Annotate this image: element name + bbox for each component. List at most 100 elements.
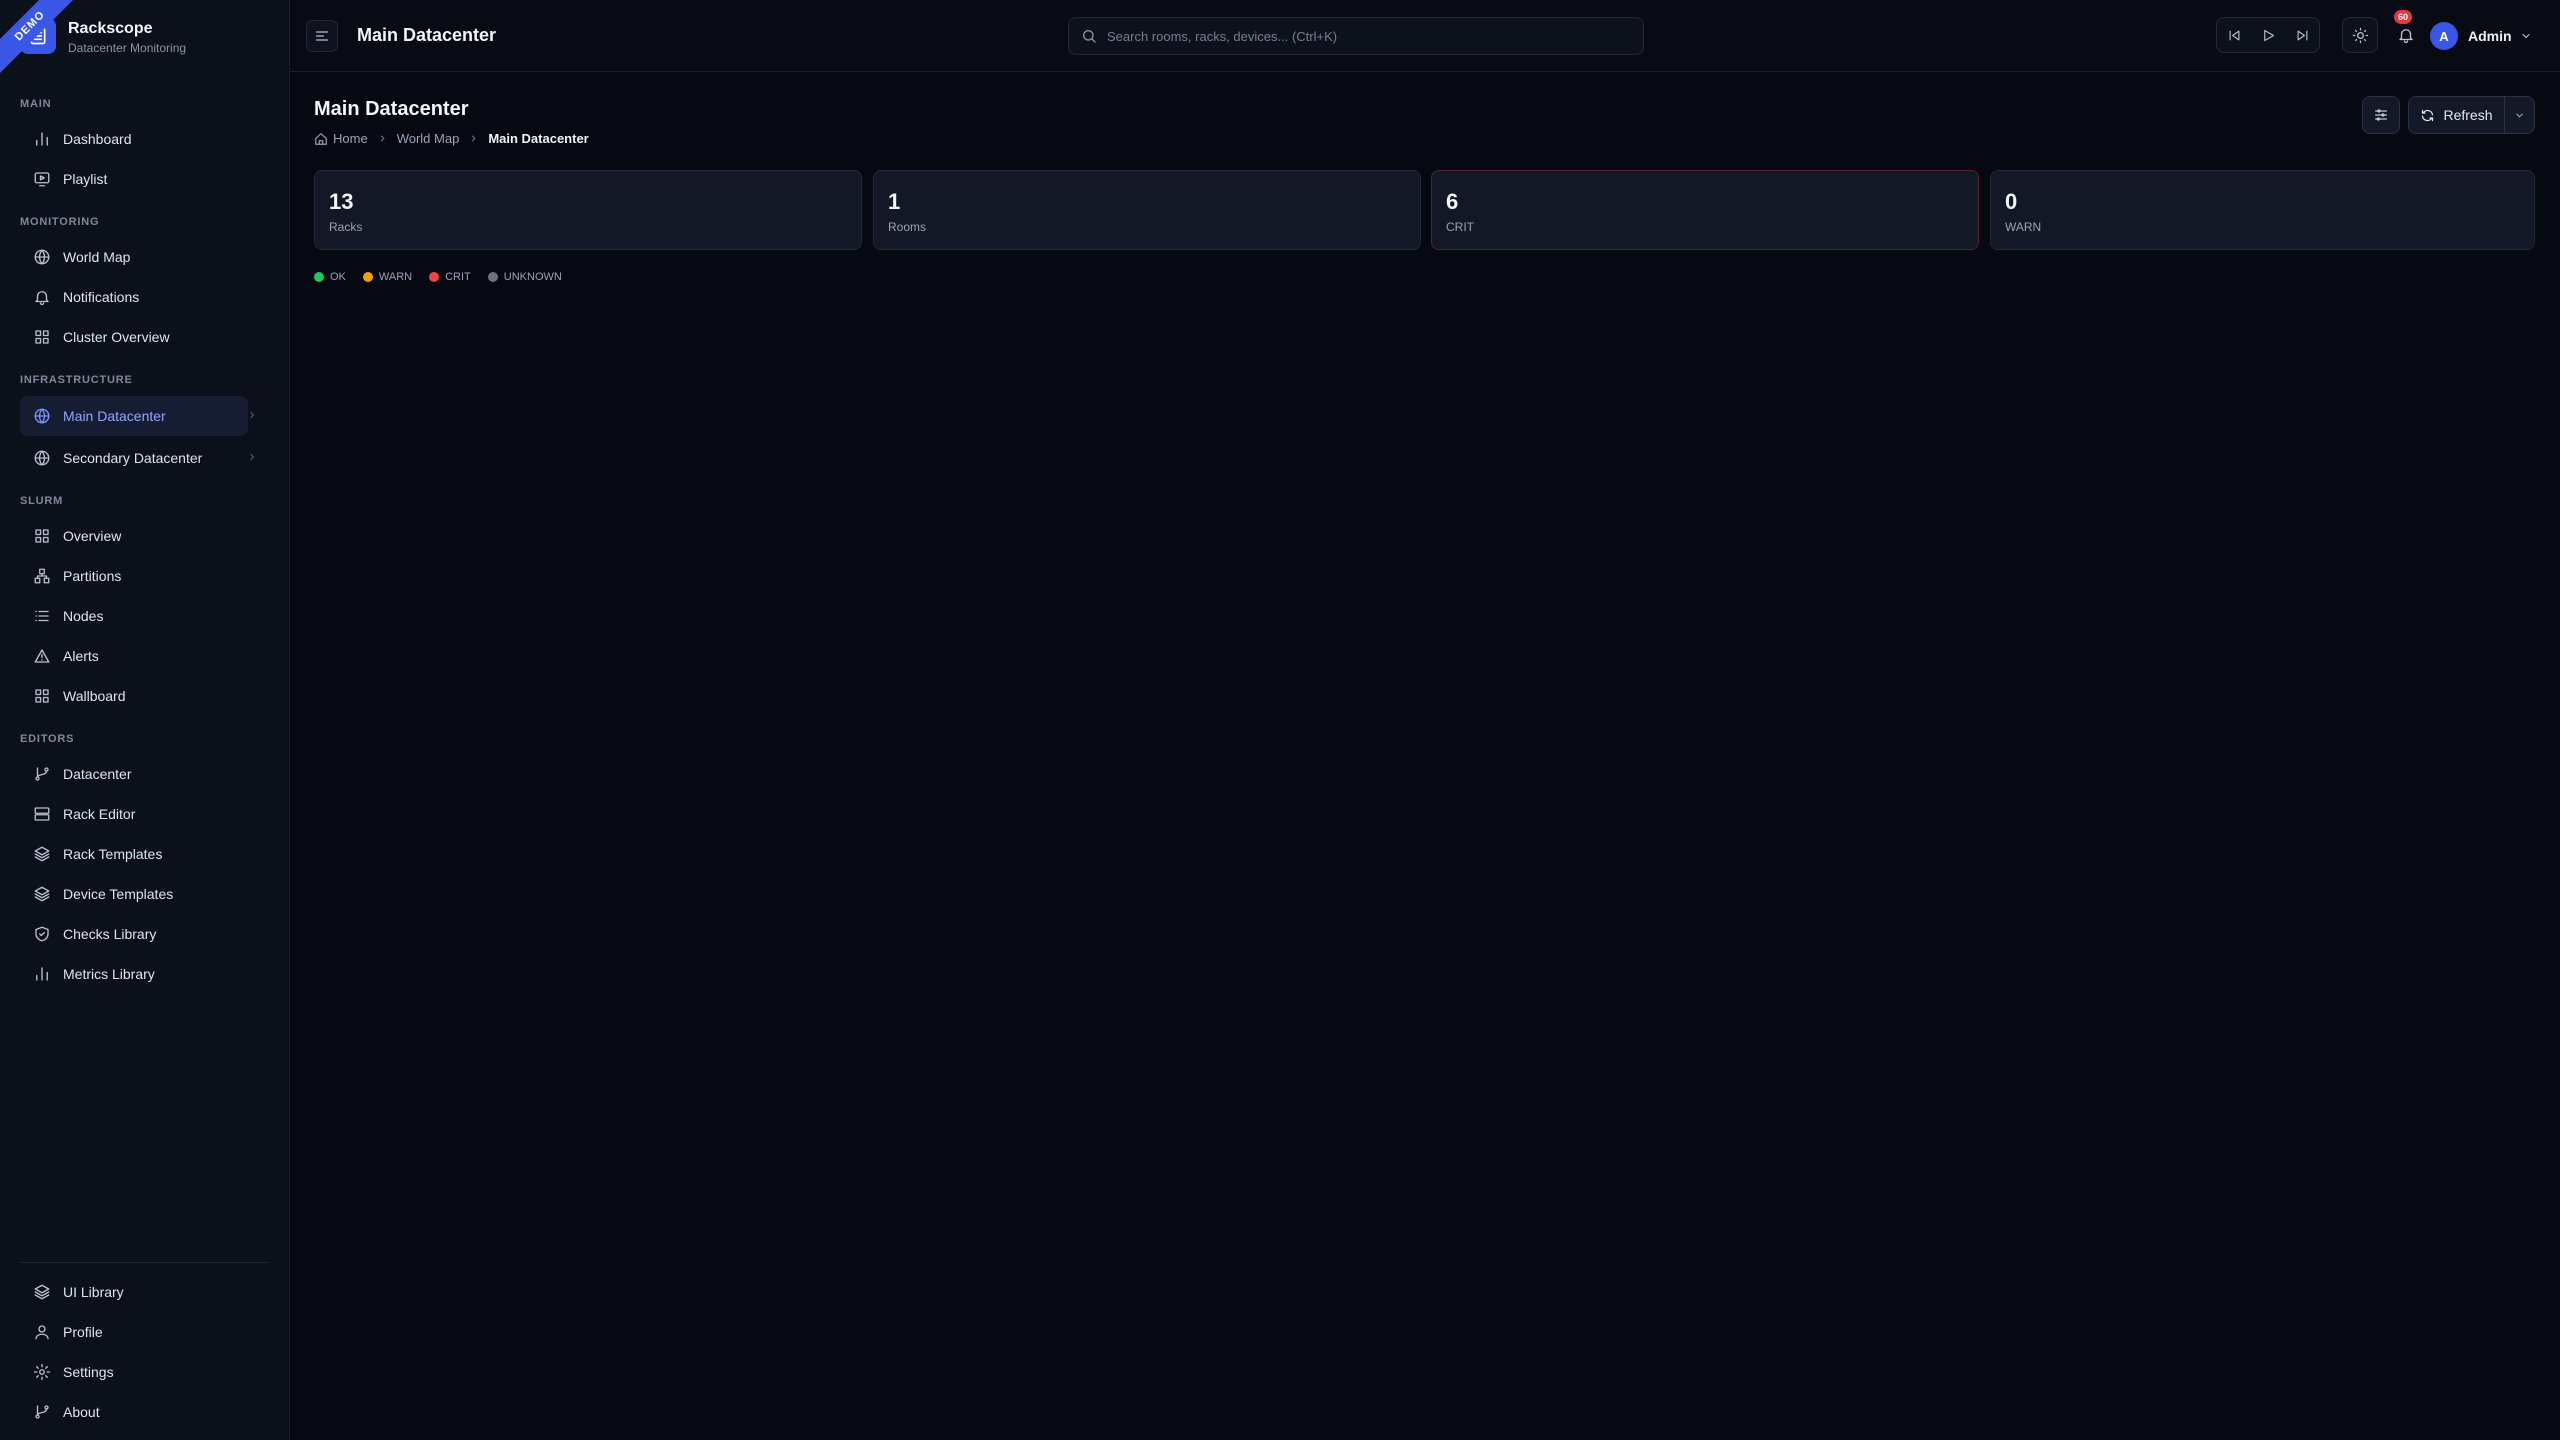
- section-main: MAIN: [20, 98, 52, 110]
- stat-label: CRIT: [1446, 220, 1474, 234]
- brand-name: Rackscope: [68, 20, 153, 37]
- warning-triangle-icon: [32, 646, 52, 666]
- stat-card-warn[interactable]: 0 WARN: [1990, 170, 2535, 250]
- legend-label: WARN: [378, 271, 413, 283]
- chevron-right-icon[interactable]: [246, 450, 262, 466]
- breadcrumb-home[interactable]: Home: [333, 131, 368, 146]
- sliders-icon: [2375, 109, 2387, 121]
- legend-item-warn: WARN: [362, 271, 413, 283]
- stat-card-rooms[interactable]: 1 Rooms: [873, 170, 1421, 250]
- legend-dot: [487, 272, 498, 282]
- stat-value: 0: [2005, 189, 2018, 214]
- network-icon: [32, 566, 52, 586]
- list-icon: [32, 606, 52, 626]
- chevron-down-icon: [2516, 113, 2523, 118]
- sidebar-item-metrics-library[interactable]: Metrics Library: [20, 954, 248, 994]
- stat-card-racks[interactable]: 13 Racks: [314, 170, 862, 250]
- menu-icon: [316, 31, 328, 41]
- gear-icon: [32, 1362, 52, 1382]
- stat-card-crit[interactable]: 6 CRIT: [1431, 170, 1979, 250]
- sidebar-item-notifications[interactable]: Notifications: [20, 277, 248, 317]
- sidebar-item-label: Datacenter: [63, 766, 132, 782]
- user-name: Admin: [2468, 28, 2512, 44]
- sidebar-item-label: Cluster Overview: [63, 329, 170, 345]
- stat-label: WARN: [2005, 220, 2042, 234]
- layers-icon: [32, 884, 52, 904]
- layers-icon: [32, 1282, 52, 1302]
- layers-icon: [32, 844, 52, 864]
- grid-icon: [32, 526, 52, 546]
- sidebar-item-about[interactable]: About: [20, 1392, 248, 1432]
- legend-label: OK: [330, 271, 346, 283]
- user-icon: [32, 1322, 52, 1342]
- demo-ribbon: DEMO: [0, 0, 80, 80]
- sidebar-item-secondary-datacenter[interactable]: Secondary Datacenter: [20, 438, 255, 478]
- refresh-interval-dropdown[interactable]: [2504, 96, 2535, 134]
- section-monitoring: MONITORING: [20, 216, 100, 228]
- sidebar-item-dashboard[interactable]: Dashboard: [20, 119, 248, 159]
- refresh-button[interactable]: Refresh: [2408, 96, 2504, 134]
- sidebar-item-overview[interactable]: Overview: [20, 516, 248, 556]
- sidebar-item-cluster-overview[interactable]: Cluster Overview: [20, 317, 248, 357]
- sidebar-item-alerts[interactable]: Alerts: [20, 636, 248, 676]
- bar-chart-icon: [32, 964, 52, 984]
- git-branch-icon: [32, 1402, 52, 1422]
- sidebar-item-rack-editor[interactable]: Rack Editor: [20, 794, 248, 834]
- sidebar-item-nodes[interactable]: Nodes: [20, 596, 248, 636]
- notification-count-badge: 60: [2394, 10, 2412, 24]
- breadcrumb-current: Main Datacenter: [488, 131, 589, 146]
- sidebar-divider: [20, 1262, 270, 1263]
- git-branch-icon: [32, 764, 52, 784]
- skip-back-button[interactable]: [2220, 21, 2248, 49]
- view-options-button[interactable]: [2362, 96, 2400, 134]
- sidebar-item-label: About: [63, 1404, 100, 1420]
- sidebar-item-label: Wallboard: [63, 688, 126, 704]
- play-button[interactable]: [2254, 21, 2282, 49]
- sidebar-item-main-datacenter[interactable]: Main Datacenter: [20, 396, 255, 436]
- user-menu[interactable]: A Admin: [2430, 20, 2532, 52]
- search-icon: [1083, 30, 1096, 43]
- theme-toggle-button[interactable]: [2342, 17, 2378, 53]
- sidebar-toggle-button[interactable]: [306, 20, 338, 52]
- search-input[interactable]: [1107, 28, 1607, 44]
- sidebar-item-device-templates[interactable]: Device Templates: [20, 874, 248, 914]
- sidebar-item-label: Rack Editor: [63, 806, 136, 822]
- refresh-icon: [2422, 109, 2434, 121]
- play-icon: [2263, 29, 2274, 41]
- sidebar-item-label: Main Datacenter: [63, 408, 166, 424]
- section-slurm: SLURM: [20, 495, 64, 507]
- sidebar-item-world-map[interactable]: World Map: [20, 237, 248, 277]
- sidebar-item-label: Overview: [63, 528, 122, 544]
- sidebar-item-rack-templates[interactable]: Rack Templates: [20, 834, 248, 874]
- sidebar-item-label: Secondary Datacenter: [63, 450, 203, 466]
- sidebar-item-playlist[interactable]: Playlist: [20, 159, 248, 199]
- sidebar-item-settings[interactable]: Settings: [20, 1352, 248, 1392]
- search-box[interactable]: [1068, 17, 1644, 55]
- legend-dot: [429, 272, 440, 282]
- chevron-down-icon: [2522, 33, 2530, 39]
- server-icon: [32, 804, 52, 824]
- bell-icon: [32, 287, 52, 307]
- sidebar-item-datacenter[interactable]: Datacenter: [20, 754, 248, 794]
- sidebar-item-label: Rack Templates: [63, 846, 163, 862]
- section-infrastructure: INFRASTRUCTURE: [20, 374, 133, 386]
- skip-forward-icon: [2297, 30, 2307, 40]
- stat-value: 6: [1446, 189, 1459, 214]
- sun-icon: [2352, 27, 2368, 43]
- sidebar-item-ui-library[interactable]: UI Library: [20, 1272, 248, 1312]
- sidebar-item-label: Alerts: [63, 648, 99, 664]
- chevron-right-icon[interactable]: [246, 408, 262, 424]
- skip-forward-button[interactable]: [2288, 21, 2316, 49]
- playlist-controls: [2216, 17, 2320, 53]
- sidebar-item-label: Checks Library: [63, 926, 157, 942]
- sidebar-item-profile[interactable]: Profile: [20, 1312, 248, 1352]
- legend-dot: [362, 272, 373, 282]
- bar-chart-icon: [32, 129, 52, 149]
- sidebar-item-wallboard[interactable]: Wallboard: [20, 676, 248, 716]
- brand[interactable]: DEMO Rackscope Datacenter Monitoring: [0, 0, 290, 77]
- globe-icon: [32, 406, 52, 426]
- breadcrumb-world-map[interactable]: World Map: [397, 131, 460, 146]
- sidebar-item-checks-library[interactable]: Checks Library: [20, 914, 248, 954]
- sidebar-item-label: Metrics Library: [63, 966, 155, 982]
- sidebar-item-partitions[interactable]: Partitions: [20, 556, 248, 596]
